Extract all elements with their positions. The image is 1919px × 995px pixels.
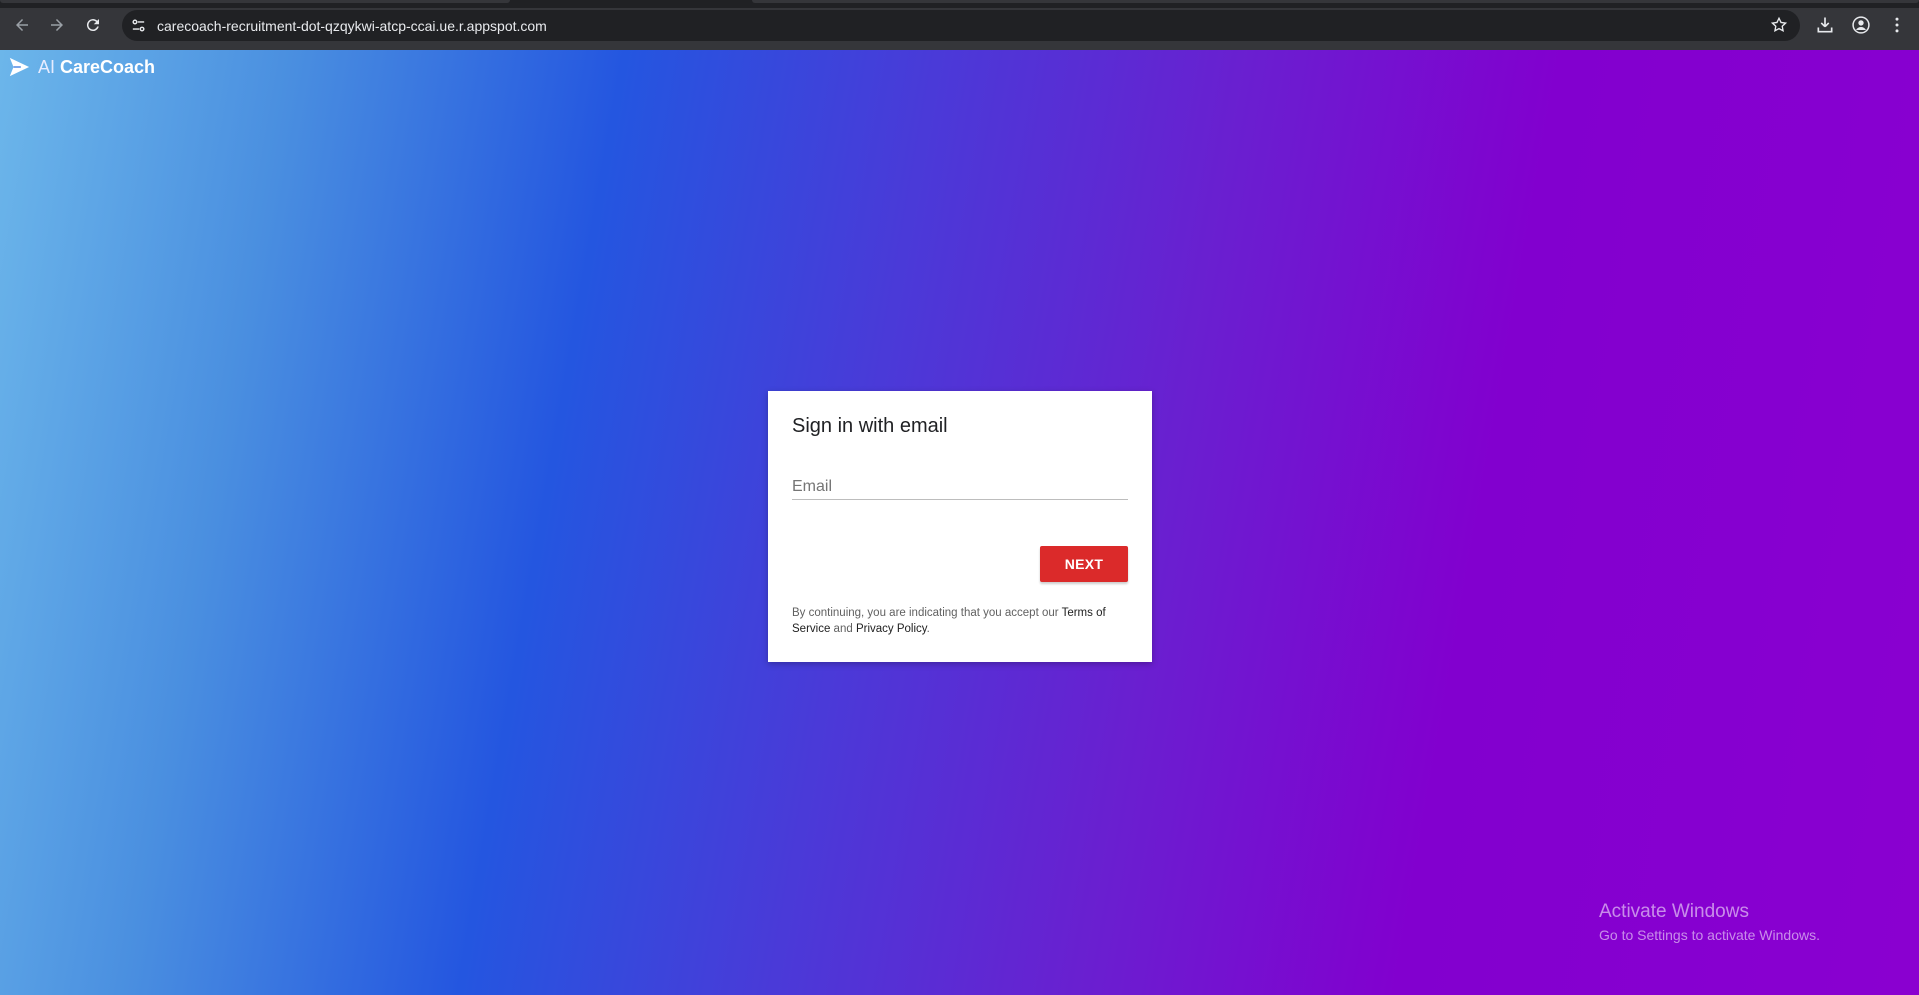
legal-notice: By continuing, you are indicating that y…: [792, 605, 1132, 637]
privacy-policy-link[interactable]: Privacy Policy: [856, 623, 927, 635]
windows-activation-watermark: Activate Windows Go to Settings to activ…: [1599, 901, 1820, 943]
more-menu-icon[interactable]: [1885, 13, 1909, 37]
bookmark-star-icon[interactable]: [1770, 16, 1788, 34]
site-settings-icon[interactable]: [130, 17, 147, 34]
tab-edge: [0, 0, 510, 3]
legal-prefix: By continuing, you are indicating that y…: [792, 607, 1062, 619]
address-bar[interactable]: carecoach-recruitment-dot-qzqykwi-atcp-c…: [122, 10, 1800, 41]
download-icon[interactable]: [1813, 13, 1837, 37]
forward-arrow-icon[interactable]: [45, 13, 69, 37]
profile-icon[interactable]: [1849, 13, 1873, 37]
watermark-subtitle: Go to Settings to activate Windows.: [1599, 927, 1820, 943]
url-text[interactable]: carecoach-recruitment-dot-qzqykwi-atcp-c…: [157, 18, 547, 34]
sign-in-title: Sign in with email: [792, 415, 948, 437]
sign-in-card: Sign in with email NEXT By continuing, y…: [768, 391, 1152, 662]
brand-prefix: AI: [38, 56, 56, 77]
back-arrow-icon[interactable]: [10, 13, 34, 37]
browser-toolbar: carecoach-recruitment-dot-qzqykwi-atcp-c…: [0, 0, 1919, 50]
paper-plane-logo-icon: [8, 56, 30, 78]
reload-icon[interactable]: [81, 13, 105, 37]
tab-edge: [752, 0, 1919, 3]
brand-logo[interactable]: AI CareCoach: [8, 56, 155, 78]
watermark-title: Activate Windows: [1599, 901, 1749, 922]
next-button[interactable]: NEXT: [1040, 546, 1128, 582]
email-field[interactable]: [792, 474, 1128, 500]
legal-suffix: .: [926, 623, 930, 635]
tab-strip: [0, 0, 1919, 8]
page-viewport: AI CareCoach Sign in with email NEXT By …: [0, 50, 1919, 995]
brand-name: CareCoach: [60, 56, 156, 77]
legal-and: and: [830, 623, 856, 635]
